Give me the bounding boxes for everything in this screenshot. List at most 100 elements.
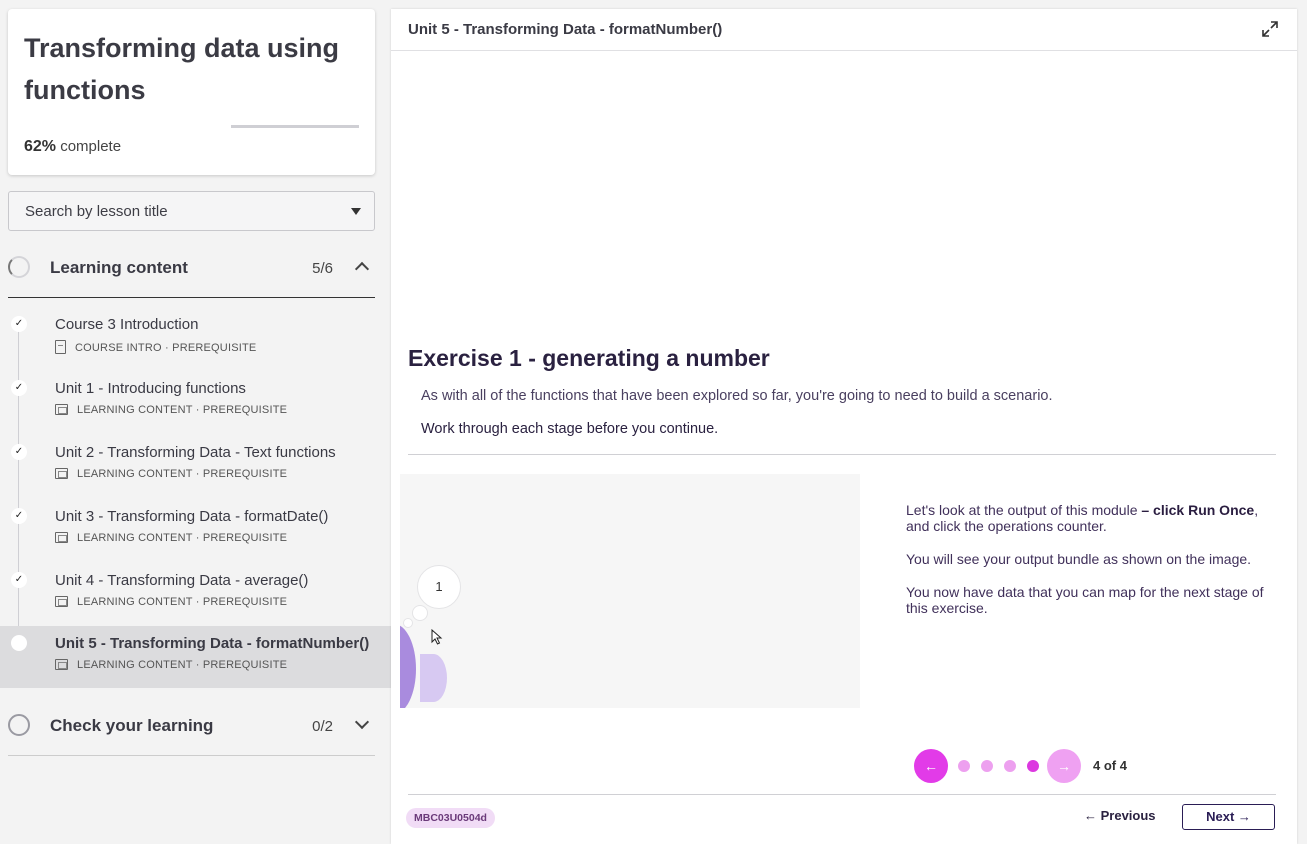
divider <box>408 794 1276 795</box>
step-text-bold: – click Run Once <box>1141 502 1255 518</box>
step-paragraph: You now have data that you can map for t… <box>906 584 1264 616</box>
section-header-check-your-learning[interactable]: Check your learning 0/2 <box>8 697 375 756</box>
lesson-type: LEARNING CONTENT <box>77 659 193 671</box>
lesson-meta: LEARNING CONTENT · PREREQUISITE <box>55 468 287 480</box>
course-card: Transforming data using functions 62% co… <box>8 9 375 175</box>
previous-button[interactable]: ← Previous <box>1084 808 1156 823</box>
module-shape <box>400 624 416 708</box>
lesson-title: Unit 2 - Transforming Data - Text functi… <box>55 444 336 461</box>
lesson-tag: PREREQUISITE <box>202 468 288 480</box>
chevron-up-icon[interactable] <box>354 261 370 277</box>
check-icon: ✓ <box>11 380 27 396</box>
lesson-search-dropdown[interactable]: Search by lesson title <box>8 191 375 231</box>
lesson-item[interactable]: ✓ Unit 2 - Transforming Data - Text func… <box>0 435 391 499</box>
lesson-type: LEARNING CONTENT <box>77 532 193 544</box>
meta-separator: · <box>195 404 200 416</box>
exercise-instruction: Work through each stage before you conti… <box>421 421 718 437</box>
slides-icon <box>55 532 68 543</box>
content-header: Unit 5 - Transforming Data - formatNumbe… <box>391 9 1297 51</box>
check-icon: ✓ <box>11 572 27 588</box>
document-icon <box>55 340 66 354</box>
progress-percent: 62% <box>24 138 57 155</box>
lesson-tag: PREREQUISITE <box>202 532 288 544</box>
content-title: Unit 5 - Transforming Data - formatNumbe… <box>408 21 723 38</box>
lesson-tag: PREREQUISITE <box>172 342 257 354</box>
module-shape <box>420 654 447 702</box>
lesson-type: COURSE INTRO <box>75 342 162 354</box>
lesson-title: Unit 5 - Transforming Data - formatNumbe… <box>55 635 370 652</box>
section-header-learning-content[interactable]: Learning content 5/6 <box>8 239 375 298</box>
lesson-meta: COURSE INTRO · PREREQUISITE <box>55 340 256 354</box>
section-title: Learning content <box>50 258 188 277</box>
mouse-cursor-icon <box>431 629 443 645</box>
slides-icon <box>55 659 68 670</box>
lesson-type: LEARNING CONTENT <box>77 596 193 608</box>
lesson-item-active[interactable]: Unit 5 - Transforming Data - formatNumbe… <box>0 626 391 688</box>
exercise-image: 1 <box>400 474 860 708</box>
progress-suffix: complete <box>60 138 122 155</box>
meta-separator: · <box>195 596 200 608</box>
carousel-dot[interactable] <box>981 760 993 772</box>
lesson-item[interactable]: ✓ Unit 1 - Introducing functions LEARNIN… <box>0 371 391 435</box>
lesson-tag: PREREQUISITE <box>202 404 288 416</box>
carousel-counter: 4 of 4 <box>1093 758 1127 773</box>
lesson-type: LEARNING CONTENT <box>77 468 193 480</box>
meta-separator: · <box>195 532 200 544</box>
meta-separator: · <box>195 468 200 480</box>
exercise-intro: As with all of the functions that have b… <box>421 388 1053 404</box>
lesson-tag: PREREQUISITE <box>202 659 288 671</box>
step-text: Let's look at the output of this module <box>906 502 1142 518</box>
progress-fill <box>231 125 311 128</box>
carousel-dot-current[interactable] <box>1027 760 1039 772</box>
current-lesson-dot-icon <box>11 635 27 651</box>
progress-text: 62% complete <box>24 138 121 156</box>
lesson-meta: LEARNING CONTENT · PREREQUISITE <box>55 532 287 544</box>
lesson-item[interactable]: ✓ Unit 4 - Transforming Data - average()… <box>0 563 391 627</box>
section-progress-ring-icon <box>8 714 30 736</box>
divider <box>408 454 1276 455</box>
sidebar: Transforming data using functions 62% co… <box>0 0 391 844</box>
bubble-dot <box>412 605 428 621</box>
lesson-tag: PREREQUISITE <box>202 596 288 608</box>
lesson-content-panel: Unit 5 - Transforming Data - formatNumbe… <box>391 9 1297 844</box>
step-carousel: ← → 4 of 4 <box>914 749 1164 783</box>
lesson-title: Unit 4 - Transforming Data - average() <box>55 572 309 589</box>
lesson-meta: LEARNING CONTENT · PREREQUISITE <box>55 404 287 416</box>
bubble-dot <box>403 618 413 628</box>
exercise-step-text: Let's look at the output of this module … <box>906 502 1281 633</box>
section-count: 5/6 <box>312 260 333 277</box>
step-paragraph: Let's look at the output of this module … <box>906 502 1281 534</box>
slides-icon <box>55 404 68 415</box>
carousel-next-button[interactable]: → <box>1047 749 1081 783</box>
step-paragraph: You will see your output bundle as shown… <box>906 551 1252 567</box>
lesson-item[interactable]: ✓ Course 3 Introduction COURSE INTRO · P… <box>0 307 391 371</box>
section-progress-ring-icon <box>8 256 30 278</box>
check-icon: ✓ <box>11 444 27 460</box>
expand-icon[interactable] <box>1261 20 1279 38</box>
progress-bar <box>231 125 359 128</box>
lesson-item[interactable]: ✓ Unit 3 - Transforming Data - formatDat… <box>0 499 391 563</box>
carousel-dot[interactable] <box>1004 760 1016 772</box>
instruction-end: . <box>714 421 719 437</box>
check-icon: ✓ <box>11 508 27 524</box>
caret-down-icon <box>351 208 361 215</box>
lesson-title: Unit 1 - Introducing functions <box>55 380 246 397</box>
chevron-down-icon[interactable] <box>354 714 370 730</box>
carousel-dot[interactable] <box>958 760 970 772</box>
slides-icon <box>55 468 68 479</box>
instruction-text: Work through each stage before you conti… <box>421 421 715 437</box>
lesson-type: LEARNING CONTENT <box>77 404 193 416</box>
lesson-title: Course 3 Introduction <box>55 316 199 333</box>
meta-separator: · <box>165 342 169 354</box>
course-title: Transforming data using functions <box>24 33 340 105</box>
meta-separator: · <box>195 659 200 671</box>
operations-counter-bubble: 1 <box>417 565 461 609</box>
section-title: Check your learning <box>50 716 214 735</box>
lesson-code-badge: MBC03U0504d <box>406 808 495 828</box>
carousel-prev-button[interactable]: ← <box>914 749 948 783</box>
next-button[interactable]: Next → <box>1182 804 1275 830</box>
section-count: 0/2 <box>312 718 333 735</box>
check-icon: ✓ <box>11 316 27 332</box>
lesson-title: Unit 3 - Transforming Data - formatDate(… <box>55 508 329 525</box>
search-placeholder: Search by lesson title <box>25 203 168 220</box>
